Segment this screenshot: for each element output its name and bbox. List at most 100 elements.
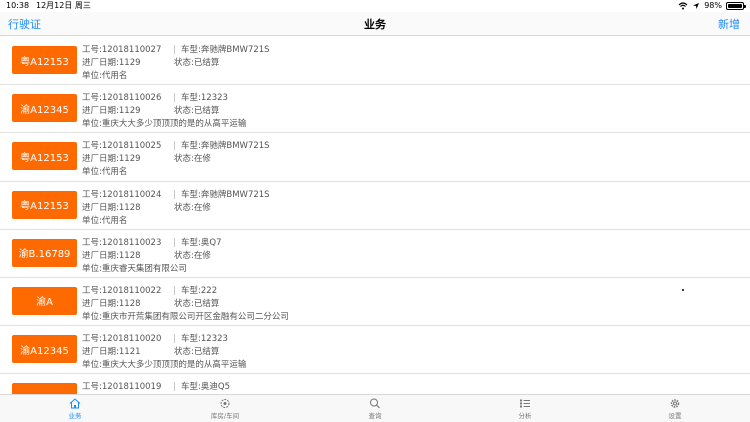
list-item[interactable]: 粤A12153 工号:12018110025 车型:奔驰牌BMW721S 进厂日期:1… xyxy=(0,133,750,182)
tab-label: 分析 xyxy=(518,411,532,420)
tab-warehouse[interactable]: 库房/车间 xyxy=(150,395,300,422)
date-label: 进厂日期: xyxy=(82,106,119,117)
car-model: 222 xyxy=(200,285,218,296)
home-icon xyxy=(69,397,81,408)
unit-line: 单位:重庆睿天集团有限公司 xyxy=(82,262,187,274)
plate-badge: 渝A12345 xyxy=(12,94,77,123)
divider xyxy=(174,382,175,392)
status-date: 12月12日 周三 xyxy=(36,1,91,10)
add-button[interactable]: 新增 xyxy=(718,16,740,32)
car-model: 12323 xyxy=(200,334,228,345)
job-label: 工号: xyxy=(82,237,102,248)
wifi-icon xyxy=(678,2,688,10)
job-line: 工号:12018110024 车型:奔驰牌BMW721S xyxy=(82,188,270,200)
job-line: 工号:12018110022 车型:222 xyxy=(82,284,217,296)
plate-badge: 渝B.16789 xyxy=(12,238,77,267)
status-value: 已结算 xyxy=(193,58,220,68)
model-label: 车型: xyxy=(181,334,201,345)
model-label: 车型: xyxy=(181,237,201,248)
unit-label: 单位: xyxy=(82,215,102,226)
list-item[interactable]: 粤A12153 工号:12018110027 车型:奔驰牌BMW721S 进厂日期:1… xyxy=(0,37,750,86)
status-value: 已结算 xyxy=(193,106,220,117)
date-label: 进厂日期: xyxy=(82,202,119,213)
location-arrow-icon xyxy=(693,3,700,9)
navigation-bar: 行驶证 业务 新增 xyxy=(0,12,750,36)
plate-badge: 粤A12153 xyxy=(12,142,77,171)
cursor-dot xyxy=(682,289,684,291)
date-line: 进厂日期:1129 状态:已结算 xyxy=(82,104,219,116)
job-label: 工号: xyxy=(82,189,102,200)
unit-label: 单位: xyxy=(82,167,102,178)
tab-business[interactable]: 业务 xyxy=(0,395,150,422)
list-item[interactable]: 渝A12345 工号:12018110026 车型:12323 进厂日期:1129 状态… xyxy=(0,85,750,134)
tab-label: 库房/车间 xyxy=(210,411,240,420)
unit-value: 重庆市开荒集团有限公司开区金融有公司二分公司 xyxy=(101,311,289,322)
job-line: 工号:12018110020 车型:12323 xyxy=(82,332,228,344)
tab-settings[interactable]: 设置 xyxy=(600,395,750,422)
job-number: 12018110026 xyxy=(101,93,162,104)
car-model: 12323 xyxy=(200,93,228,104)
warehouse-icon xyxy=(220,398,230,408)
model-label: 车型: xyxy=(181,189,201,200)
unit-value: 代用名 xyxy=(101,71,128,81)
job-label: 工号: xyxy=(82,45,102,55)
date-label: 进厂日期: xyxy=(82,250,119,261)
state-label: 状态: xyxy=(174,347,194,358)
business-list[interactable]: 粤A12153 工号:12018110027 车型:奔驰牌BMW721S 进厂日期:1… xyxy=(0,37,750,394)
date-line: 进厂日期:1128 状态:已结算 xyxy=(82,297,219,309)
car-model: 奥迪Q5 xyxy=(200,382,230,393)
unit-label: 单位: xyxy=(82,71,102,81)
job-label: 工号: xyxy=(82,334,102,345)
job-label: 工号: xyxy=(82,285,102,296)
job-label: 工号: xyxy=(82,141,102,152)
list-item[interactable]: 渝A12345 工号:12018110020 车型:12323 进厂日期:1121 状态… xyxy=(0,326,750,375)
job-number: 12018110022 xyxy=(101,285,162,296)
entry-date: 1128 xyxy=(118,250,141,261)
list-icon xyxy=(520,399,530,407)
unit-line: 单位:重庆市开荒集团有限公司开区金融有公司二分公司 xyxy=(82,310,289,322)
list-item[interactable]: 渝A 工号:12018110022 车型:222 进厂日期:1128 状态:已结算 单位:… xyxy=(0,278,750,327)
entry-date: 1129 xyxy=(118,154,141,165)
unit-line: 单位:重庆大大多少顶顶顶的是的从高平运输 xyxy=(82,358,246,370)
job-number: 12018110027 xyxy=(101,45,162,55)
entry-date: 1129 xyxy=(118,58,141,68)
job-number: 12018110025 xyxy=(101,141,162,152)
status-indicators: 98% xyxy=(678,0,746,12)
unit-line: 单位:代用名 xyxy=(82,165,127,177)
status-value: 已结算 xyxy=(193,298,220,309)
date-line: 进厂日期:1128 状态:在修 xyxy=(82,249,211,261)
search-icon xyxy=(370,398,380,408)
unit-value: 重庆大大多少顶顶顶的是的从高平运输 xyxy=(101,119,247,130)
unit-label: 单位: xyxy=(82,360,102,371)
status-value: 已结算 xyxy=(193,347,220,358)
job-number: 12018110020 xyxy=(101,334,162,345)
unit-line: 单位:重庆大大多少顶顶顶的是的从高平运输 xyxy=(82,117,246,129)
date-label: 进厂日期: xyxy=(82,347,119,358)
car-model: 奔驰牌BMW721S xyxy=(200,45,270,55)
divider xyxy=(174,285,175,295)
status-value: 在修 xyxy=(193,250,211,261)
list-item[interactable]: 工号:12018110019车型:奥迪Q5进厂日期:状态:单位: xyxy=(0,374,750,394)
list-item[interactable]: 渝B.16789 工号:12018110023 车型:奥Q7 进厂日期:1128 状态:… xyxy=(0,230,750,278)
model-label: 车型: xyxy=(181,382,201,393)
unit-value: 代用名 xyxy=(101,215,128,226)
tab-analysis[interactable]: 分析 xyxy=(450,395,600,422)
job-label: 工号: xyxy=(82,93,102,104)
job-label: 工号: xyxy=(82,382,102,393)
list-item[interactable]: 粤A12153 工号:12018110024 车型:奔驰牌BMW721S 进厂日期:1… xyxy=(0,182,750,230)
date-line: 进厂日期:1129 状态:在修 xyxy=(82,152,211,164)
unit-value: 重庆睿天集团有限公司 xyxy=(101,263,187,274)
state-label: 状态: xyxy=(174,250,194,261)
unit-label: 单位: xyxy=(82,263,102,274)
date-line: 进厂日期:1121 状态:已结算 xyxy=(82,345,219,357)
job-line: 工号:12018110026 车型:12323 xyxy=(82,91,228,103)
car-model: 奔驰牌BMW721S xyxy=(200,141,270,152)
plate-badge: 粤A12153 xyxy=(12,190,77,219)
divider xyxy=(174,93,175,103)
job-line: 工号:12018110023 车型:奥Q7 xyxy=(82,236,221,248)
divider xyxy=(174,334,175,344)
date-label: 进厂日期: xyxy=(82,298,119,309)
tab-search[interactable]: 查询 xyxy=(300,395,450,422)
job-number: 12018110023 xyxy=(101,237,162,248)
model-label: 车型: xyxy=(181,93,201,104)
